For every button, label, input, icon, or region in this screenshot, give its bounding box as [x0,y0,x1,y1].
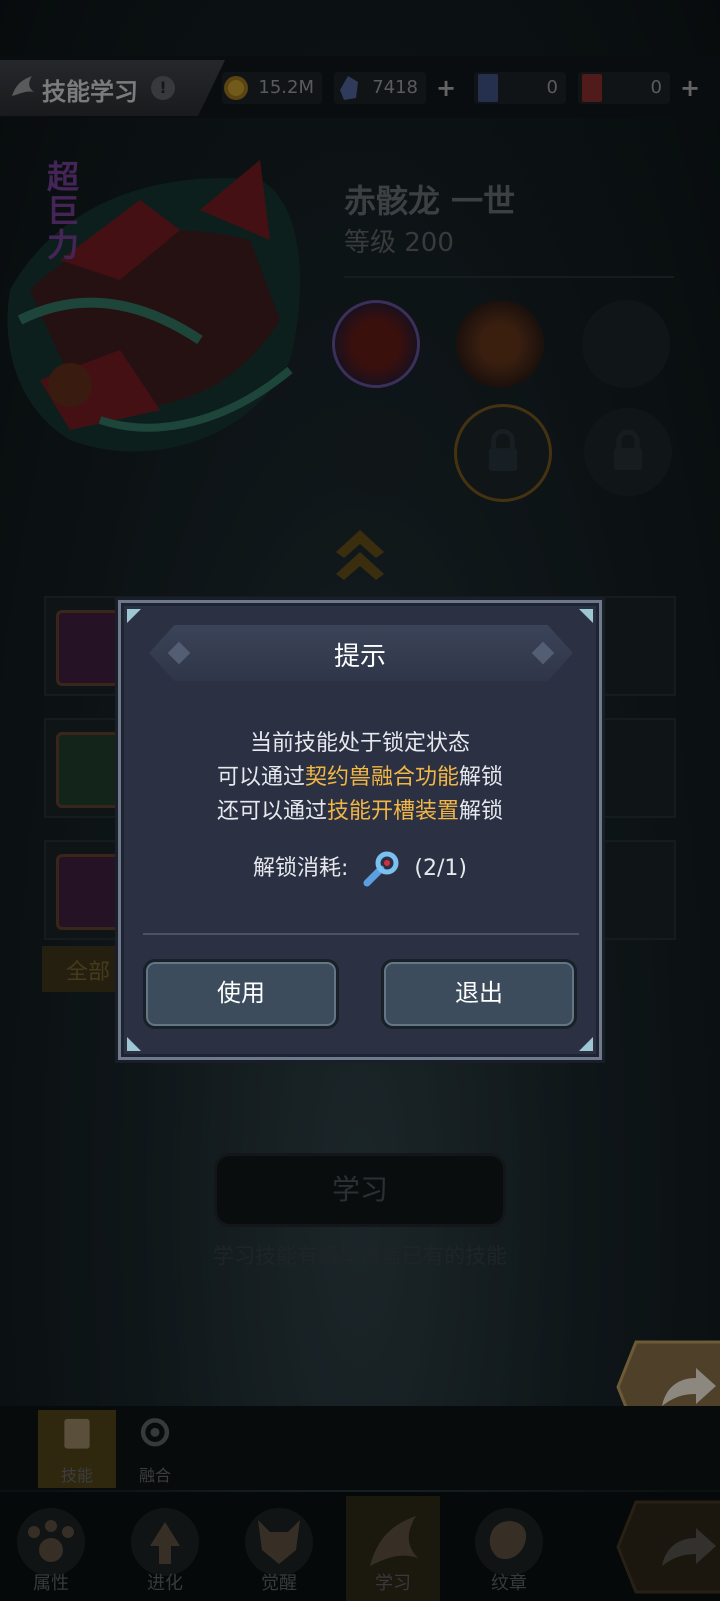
dialog-line-1: 当前技能处于锁定状态 [249,731,470,756]
unlock-cost-value: (2/1) [414,856,467,881]
dialog-line-3: 还可以通过技能开槽装置解锁 [121,793,599,825]
slot-device-key-icon [363,851,399,887]
unlock-cost-label: 解锁消耗: [253,856,349,881]
line3-suffix: 解锁 [459,799,504,824]
line3-prefix: 还可以通过 [216,799,327,824]
line2-suffix: 解锁 [459,765,504,790]
corner-ornament [579,1037,593,1051]
fusion-feature-highlight: 契约兽融合功能 [304,765,459,790]
line2-prefix: 可以通过 [216,765,305,790]
corner-ornament [127,609,141,623]
corner-ornament [579,609,593,623]
hint-dialog: 提示 当前技能处于锁定状态 可以通过契约兽融合功能解锁 还可以通过技能开槽装置解… [118,600,602,1060]
dialog-line-2: 可以通过契约兽融合功能解锁 [121,759,599,791]
corner-ornament [127,1037,141,1051]
slot-device-highlight: 技能开槽装置 [326,799,459,824]
use-button[interactable]: 使用 [143,959,339,1029]
dialog-divider [143,933,579,935]
dialog-title: 提示 [333,642,386,672]
game-screen: 技能学习 ! 15.2M 7418 + 0 0 + 超 巨 力 赤骸龙 一世 等… [0,0,720,1601]
unlock-cost: 解锁消耗: (2/1) [121,849,599,889]
exit-button[interactable]: 退出 [381,959,577,1029]
